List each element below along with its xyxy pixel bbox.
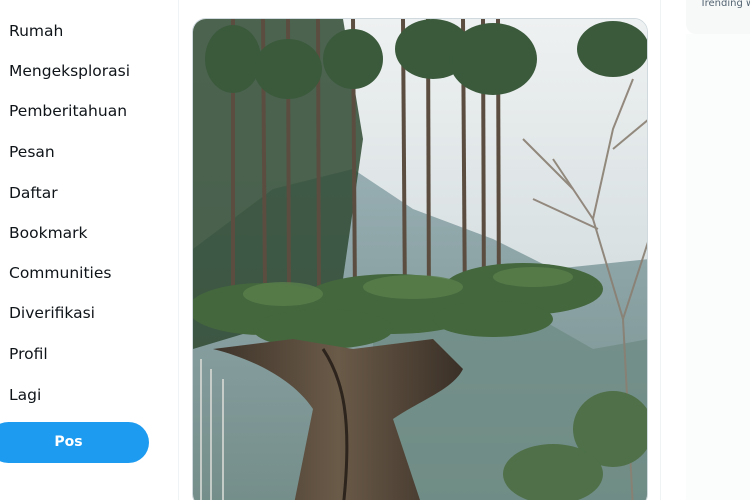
- right-column-divider: [660, 0, 661, 500]
- nav-item-more[interactable]: Lagi: [9, 380, 41, 410]
- left-column-divider: [178, 0, 179, 500]
- primary-navigation: Rumah Mengeksplorasi Pemberitahuan Pesan…: [0, 0, 178, 500]
- nav-item-profile[interactable]: Profil: [9, 339, 48, 369]
- nav-item-notifications[interactable]: Pemberitahuan: [9, 96, 127, 126]
- nav-item-lists[interactable]: Daftar: [9, 178, 58, 208]
- nav-item-verified[interactable]: Diverifikasi: [9, 298, 95, 328]
- right-sidebar: Trending w: [686, 0, 750, 500]
- sidebar-panel: [686, 34, 750, 500]
- forest-tree-photo: [193, 19, 647, 500]
- nav-item-messages[interactable]: Pesan: [9, 137, 55, 167]
- trending-label: Trending w: [700, 0, 750, 9]
- post-image[interactable]: [192, 18, 648, 500]
- nav-item-explore[interactable]: Mengeksplorasi: [9, 56, 130, 86]
- nav-item-communities[interactable]: Communities: [9, 258, 111, 288]
- trending-card[interactable]: Trending w: [686, 0, 750, 34]
- nav-item-home[interactable]: Rumah: [9, 16, 63, 46]
- nav-item-bookmarks[interactable]: Bookmark: [9, 218, 88, 248]
- post-button[interactable]: Pos: [0, 422, 149, 463]
